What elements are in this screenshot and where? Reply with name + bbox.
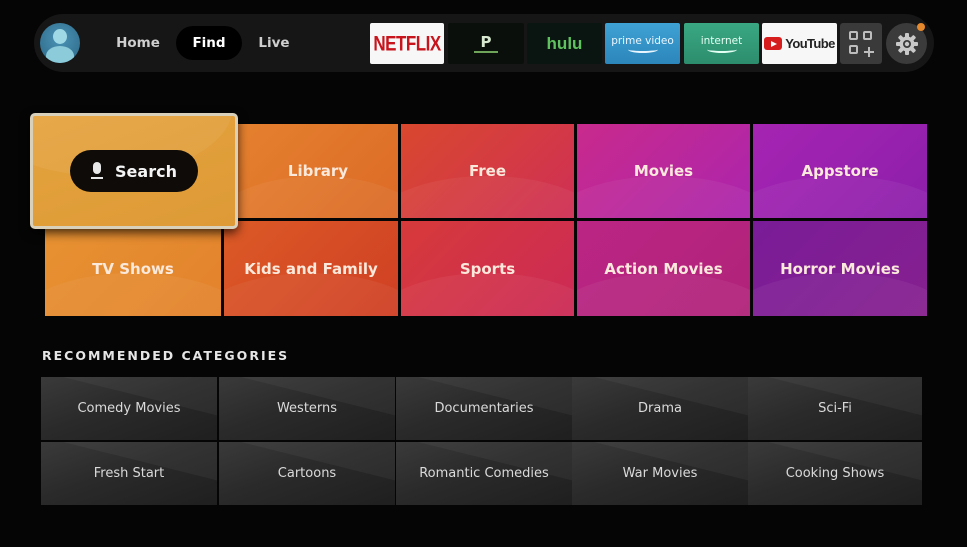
search-label: Search: [115, 161, 177, 181]
apps-grid-button[interactable]: [840, 23, 882, 64]
app-netflix[interactable]: NETFLIX: [370, 23, 444, 64]
category-tile[interactable]: Fresh Start: [41, 442, 217, 505]
tile-movies[interactable]: Movies: [577, 124, 750, 218]
profile-avatar[interactable]: [40, 23, 80, 63]
p-app-logo: P: [480, 32, 492, 51]
tile-tv-shows[interactable]: TV Shows: [45, 221, 221, 316]
internet-logo: internet: [700, 34, 743, 47]
notification-dot: [917, 23, 925, 31]
tile-label: Sports: [459, 259, 516, 278]
grid-square: [849, 31, 858, 40]
app-internet[interactable]: internet: [684, 23, 759, 64]
tile-label: TV Shows: [92, 259, 174, 278]
category-label: Cartoons: [277, 466, 337, 481]
recommended-categories-heading: RECOMMENDED CATEGORIES: [42, 348, 290, 363]
nav-tab-live[interactable]: Live: [248, 26, 300, 60]
tile-action-movies[interactable]: Action Movies: [577, 221, 750, 316]
tile-kids-and-family[interactable]: Kids and Family: [224, 221, 398, 316]
category-label: Fresh Start: [93, 466, 165, 481]
search-tile[interactable]: Search: [30, 113, 238, 229]
search-button[interactable]: Search: [70, 150, 198, 192]
category-label: Westerns: [276, 401, 338, 416]
category-tile[interactable]: Drama: [572, 377, 748, 440]
amazon-smile-icon: [627, 46, 658, 53]
prime-video-logo: prime video: [611, 34, 674, 47]
category-label: Drama: [638, 401, 682, 416]
tile-label: Library: [287, 162, 349, 180]
app-hulu[interactable]: hulu: [527, 23, 602, 64]
category-tile[interactable]: Romantic Comedies: [396, 442, 572, 505]
category-tile[interactable]: Comedy Movies: [41, 377, 217, 440]
category-tile[interactable]: War Movies: [572, 442, 748, 505]
plus-vertical: [868, 47, 870, 57]
category-label: Sci-Fi: [818, 401, 852, 416]
tile-label: Action Movies: [604, 259, 723, 278]
category-label: Comedy Movies: [77, 401, 181, 416]
nav-tab-find[interactable]: Find: [176, 26, 242, 60]
youtube-play-icon: [764, 37, 783, 50]
tile-horror-movies[interactable]: Horror Movies: [753, 221, 927, 316]
category-tile[interactable]: Cooking Shows: [748, 442, 922, 505]
grid-square: [849, 45, 858, 54]
tile-label: Free: [468, 162, 507, 180]
tile-appstore[interactable]: Appstore: [753, 124, 927, 218]
tile-label: Kids and Family: [244, 259, 378, 278]
nav-tab-home[interactable]: Home: [108, 26, 168, 60]
grid-square: [863, 31, 872, 40]
category-label: Cooking Shows: [785, 466, 885, 481]
tile-label: Horror Movies: [780, 259, 900, 278]
tile-label: Appstore: [801, 162, 879, 180]
category-label: War Movies: [622, 466, 698, 481]
category-tile[interactable]: Cartoons: [219, 442, 395, 505]
mic-stand: [91, 174, 104, 179]
p-app-logo-bar: [474, 50, 498, 53]
mic-capsule: [93, 162, 102, 174]
category-tile[interactable]: Sci-Fi: [748, 377, 922, 440]
user-avatar-body: [46, 46, 74, 63]
microphone-icon: [91, 162, 104, 180]
app-p[interactable]: P: [448, 23, 524, 64]
youtube-logo: YouTube: [785, 36, 835, 51]
tile-library[interactable]: Library: [238, 124, 398, 218]
category-label: Romantic Comedies: [419, 466, 549, 481]
app-youtube[interactable]: YouTube: [762, 23, 837, 64]
app-prime-video[interactable]: prime video: [605, 23, 680, 64]
tile-label: Movies: [633, 162, 694, 180]
gear-icon: [895, 32, 918, 55]
category-tile[interactable]: Documentaries: [396, 377, 572, 440]
amazon-smile-icon: [706, 46, 737, 53]
category-tile[interactable]: Westerns: [219, 377, 395, 440]
tile-free[interactable]: Free: [401, 124, 574, 218]
tile-sports[interactable]: Sports: [401, 221, 574, 316]
netflix-logo: NETFLIX: [373, 31, 441, 55]
user-avatar-icon: [53, 29, 67, 44]
category-label: Documentaries: [434, 401, 534, 416]
hulu-logo: hulu: [546, 33, 583, 53]
